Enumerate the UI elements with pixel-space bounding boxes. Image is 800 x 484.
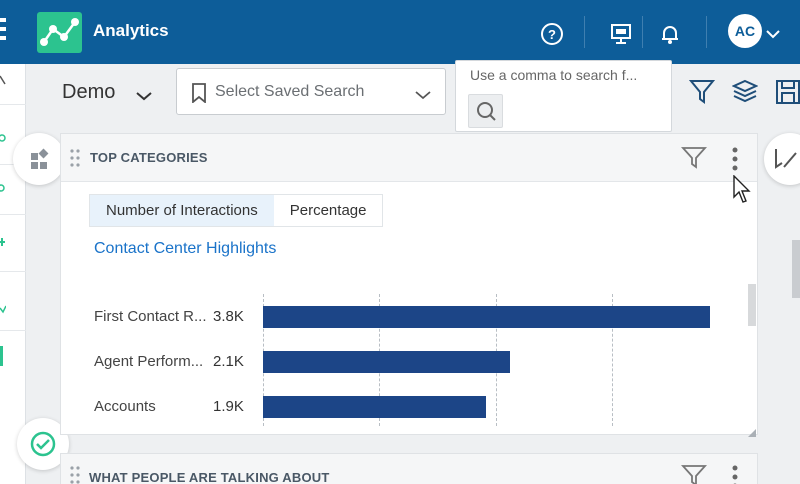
rail-item-icon[interactable] (0, 180, 6, 192)
bar-category-label: First Contact R... (94, 308, 207, 325)
help-icon[interactable]: ? (540, 22, 564, 46)
widgets-icon (31, 148, 49, 169)
filter-icon[interactable] (680, 146, 708, 170)
metric-toggle: Number of Interactions Percentage (89, 194, 384, 227)
header-divider (642, 16, 643, 48)
widgets-toggle-button[interactable] (13, 133, 65, 185)
card-header: TOP CATEGORIES (61, 134, 757, 182)
search-panel: Use a comma to search f... (455, 60, 672, 132)
tab-number-of-interactions[interactable]: Number of Interactions (90, 195, 274, 226)
chevron-down-icon[interactable] (136, 88, 152, 101)
rail-item-icon[interactable] (0, 346, 6, 368)
header-divider (584, 16, 585, 48)
bookmark-icon (191, 83, 207, 104)
rail-divider (0, 214, 26, 215)
chevron-down-icon (415, 87, 431, 100)
rail-divider (0, 330, 26, 331)
filter-icon[interactable] (680, 464, 708, 484)
pen-icon (775, 149, 797, 169)
chart-bar[interactable] (263, 351, 510, 373)
card-title: TOP CATEGORIES (90, 150, 208, 165)
view-selector-label[interactable]: Demo (62, 81, 115, 104)
highlights-link[interactable]: Contact Center Highlights (94, 240, 276, 258)
user-avatar[interactable]: AC (728, 14, 762, 48)
rail-item-icon[interactable] (0, 130, 6, 142)
resize-handle-icon[interactable] (748, 424, 756, 437)
bar-category-label: Accounts (94, 398, 156, 415)
layers-icon[interactable] (731, 78, 759, 106)
drag-handle-icon[interactable] (70, 149, 80, 167)
rail-divider (0, 271, 26, 272)
more-options-icon[interactable] (731, 146, 739, 172)
svg-text:?: ? (548, 27, 556, 42)
analytics-logo-icon[interactable] (37, 12, 82, 53)
search-icon (477, 102, 496, 121)
card-scrollbar[interactable] (748, 284, 756, 326)
chart-bar[interactable] (263, 396, 486, 418)
rail-item-icon[interactable] (0, 72, 6, 85)
page-scrollbar[interactable] (792, 240, 800, 298)
menu-icon[interactable] (0, 18, 8, 44)
top-categories-card: TOP CATEGORIES Number of Interactions Pe… (60, 133, 758, 437)
mouse-cursor-icon (733, 174, 753, 205)
rail-divider (0, 104, 26, 105)
talking-about-card: WHAT PEOPLE ARE TALKING ABOUT (60, 453, 758, 484)
bar-value-label: 2.1K (213, 353, 244, 370)
header-divider (706, 16, 707, 48)
filter-icon[interactable] (688, 78, 716, 106)
save-icon[interactable] (775, 78, 800, 106)
annotate-panel-button[interactable] (764, 133, 800, 185)
app-title: Analytics (93, 21, 169, 40)
rail-item-icon[interactable] (0, 302, 7, 314)
chevron-down-icon[interactable] (766, 26, 780, 39)
saved-search-select[interactable]: Select Saved Search (176, 68, 446, 115)
bar-chart-plot (263, 294, 743, 426)
presentation-icon[interactable] (609, 22, 633, 46)
drag-handle-icon[interactable] (70, 466, 80, 484)
top-header: Analytics ? AC (0, 0, 800, 64)
rail-item-icon[interactable] (0, 234, 6, 246)
more-options-icon[interactable] (731, 464, 739, 484)
bell-icon[interactable] (658, 22, 682, 46)
saved-search-placeholder: Select Saved Search (215, 83, 365, 100)
search-button[interactable] (468, 94, 503, 128)
bar-value-label: 1.9K (213, 398, 244, 415)
card-title: WHAT PEOPLE ARE TALKING ABOUT (89, 470, 330, 484)
chart-bar[interactable] (263, 306, 710, 328)
bar-value-label: 3.8K (213, 308, 244, 325)
bar-category-label: Agent Perform... (94, 353, 204, 370)
tab-percentage[interactable]: Percentage (273, 195, 383, 226)
search-input[interactable]: Use a comma to search f... (470, 67, 637, 83)
